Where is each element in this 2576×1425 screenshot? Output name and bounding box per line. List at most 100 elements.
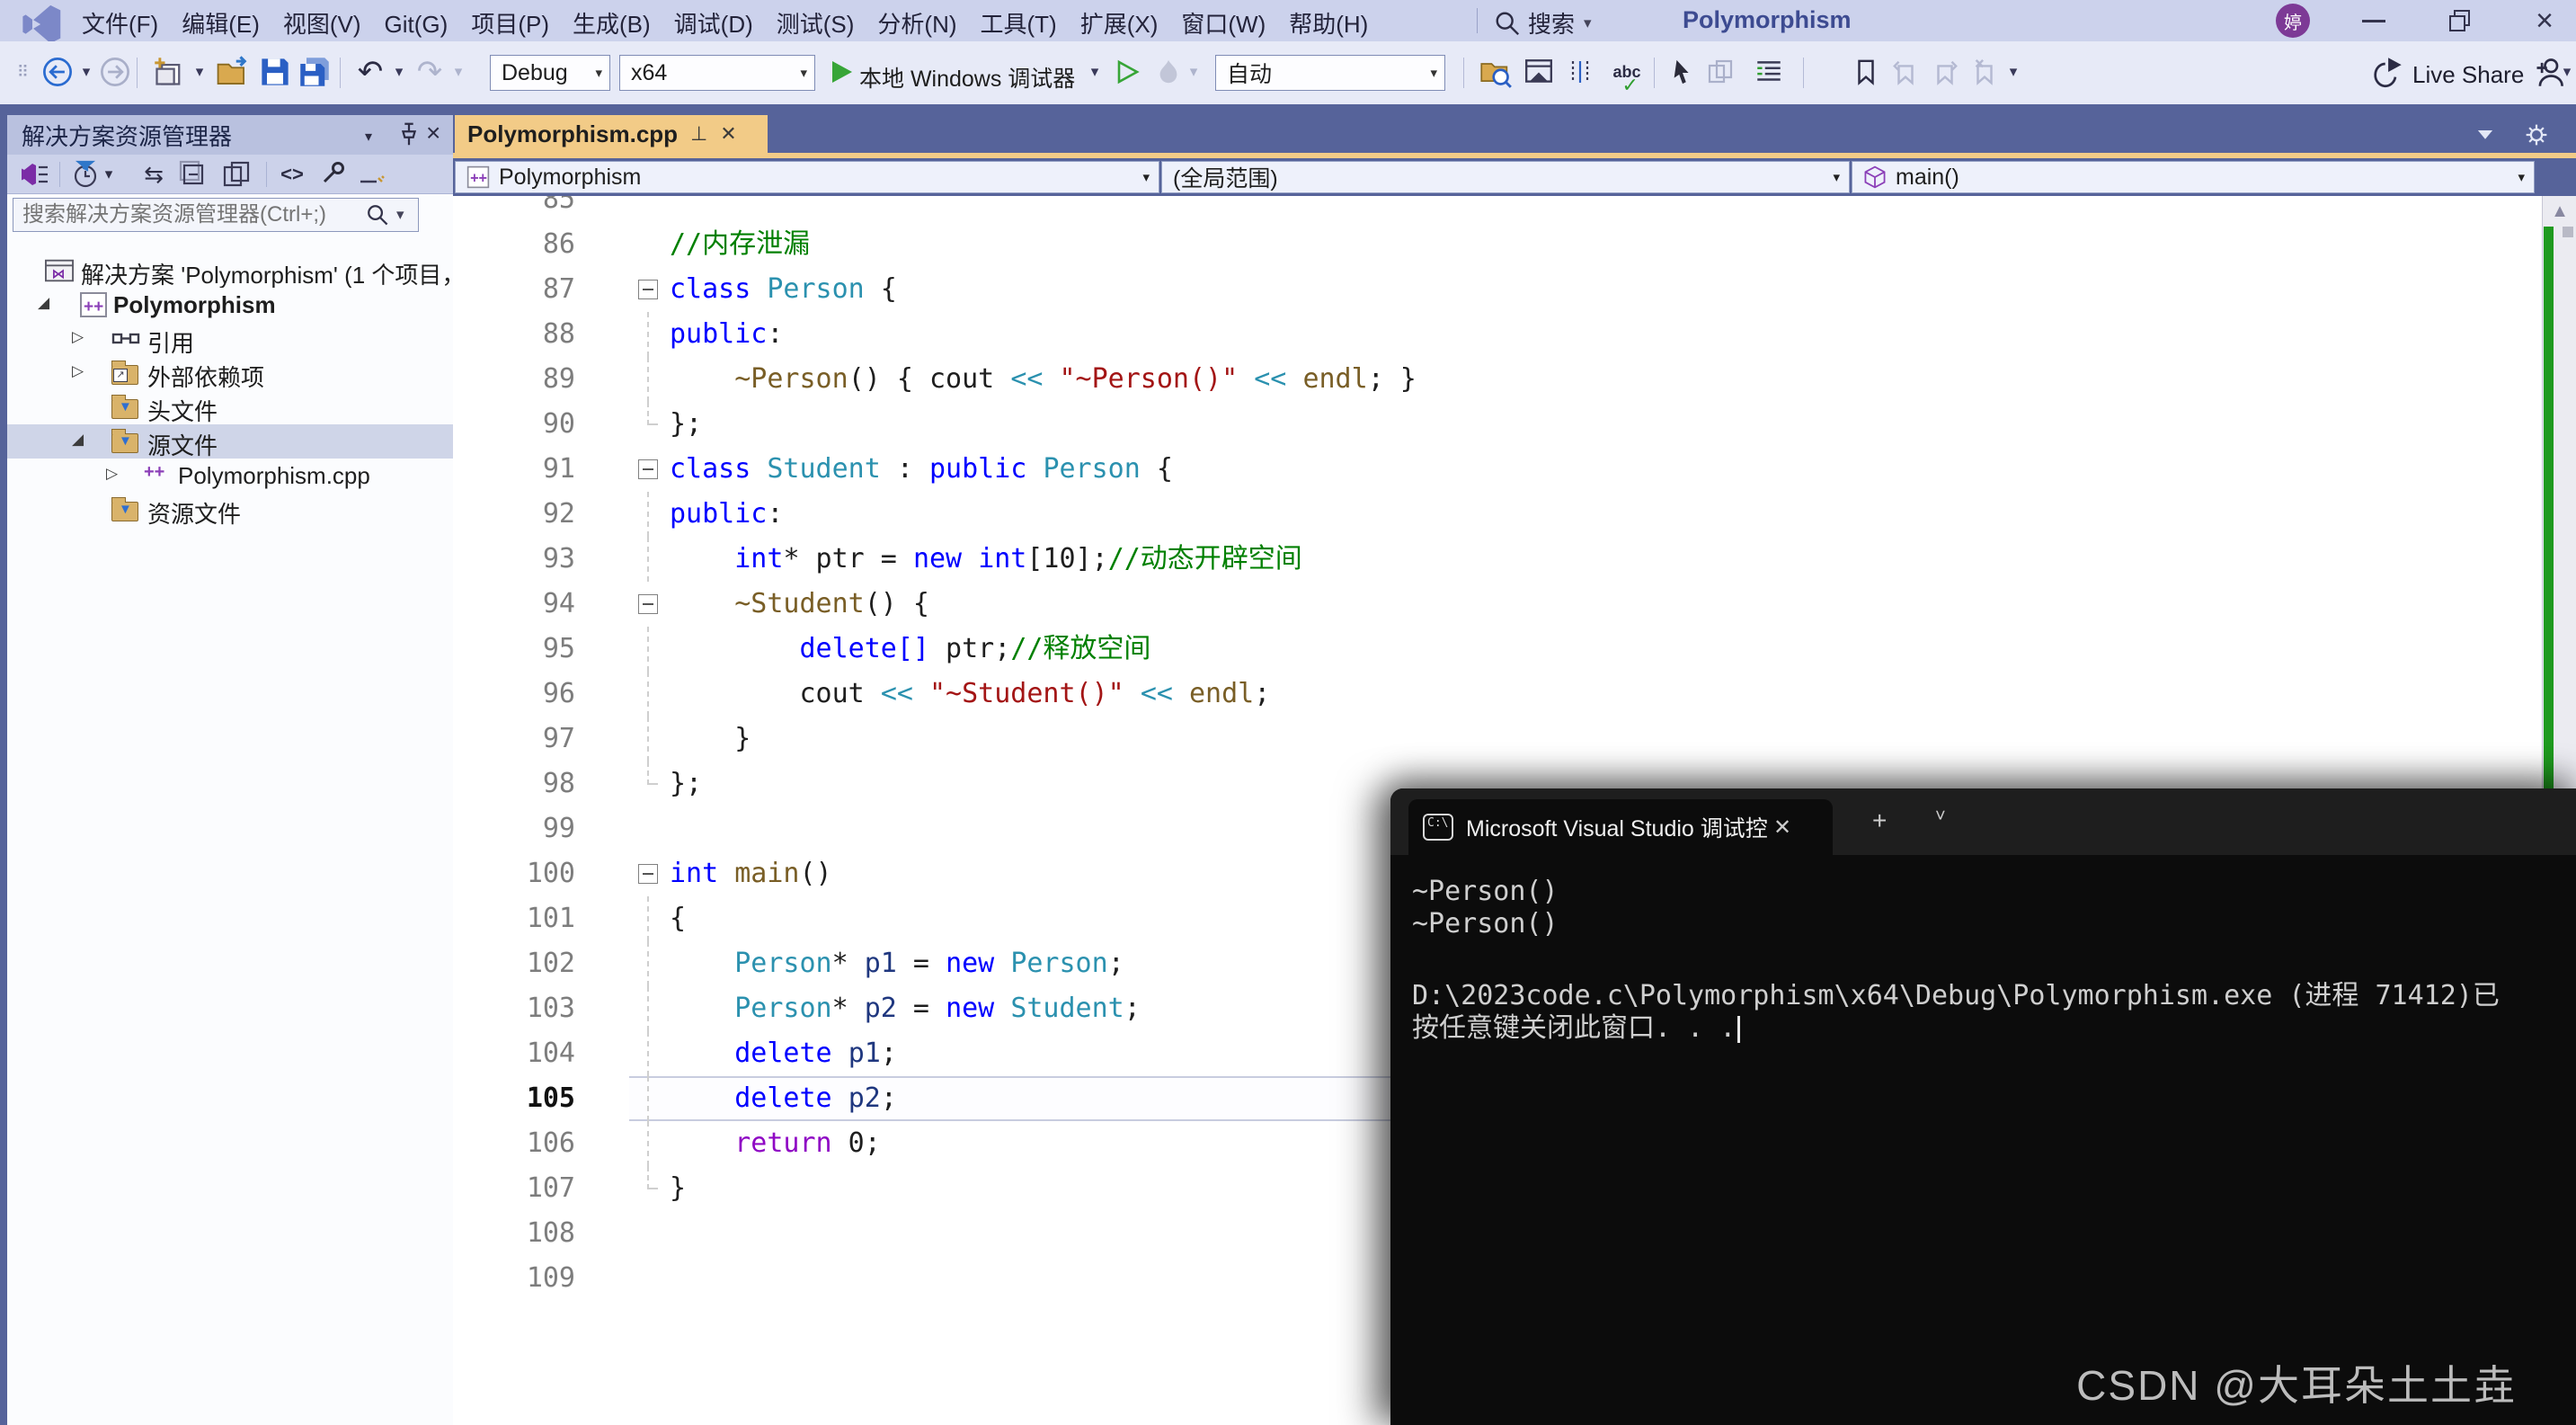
next-bookmark-button[interactable] — [1927, 54, 1963, 90]
menu-分析[interactable]: 分析(N) — [866, 0, 968, 46]
new-item-caret[interactable]: ▾ — [191, 54, 209, 90]
undo-caret[interactable]: ▾ — [390, 54, 408, 90]
minimize-button[interactable] — [2342, 0, 2405, 41]
expander-closed-icon[interactable]: ▷ — [72, 328, 84, 346]
close-icon[interactable]: × — [426, 119, 440, 147]
collapse-box-icon[interactable] — [638, 459, 658, 479]
code-line[interactable]: 96 cout << "~Student()" << endl; — [453, 672, 2542, 717]
menu-文件[interactable]: 文件(F) — [70, 0, 170, 46]
code-line[interactable]: 89 ~Person() { cout << "~Person()" << en… — [453, 357, 2542, 402]
solution-explorer-header[interactable]: 解决方案资源管理器 ▾ × — [7, 115, 453, 155]
tree-item-0[interactable]: ⋈ 解决方案 'Polymorphism' (1 个项目，共 — [7, 254, 453, 288]
spell-check-button[interactable]: abc ✓ — [1603, 54, 1650, 96]
nav-scope-dropdown[interactable]: (全局范围) ▾ — [1161, 161, 1850, 193]
avatar[interactable]: 婷 — [2276, 4, 2310, 38]
pin-icon[interactable]: ⊥ — [690, 122, 707, 146]
code-line[interactable]: 87 class Person { — [453, 267, 2542, 312]
debug-console-window[interactable]: Microsoft Visual Studio 调试控制台 ✕ + ˅ ~Per… — [1390, 788, 2576, 1425]
code-line[interactable]: 85 — [453, 196, 2542, 222]
back-history-caret[interactable]: ▾ — [77, 54, 95, 90]
tree-item-7[interactable]: ▼ 资源文件 — [7, 493, 453, 527]
nav-project-dropdown[interactable]: ++ Polymorphism ▾ — [455, 161, 1159, 193]
profiler-button[interactable] — [1150, 54, 1186, 90]
code-line[interactable]: 97 } — [453, 717, 2542, 761]
search-icon[interactable] — [366, 203, 389, 227]
platform-dropdown[interactable]: x64 ▾ — [619, 55, 815, 91]
navigate-back-button[interactable] — [40, 54, 76, 90]
menu-项目[interactable]: 项目(P) — [459, 0, 561, 46]
save-button[interactable] — [257, 54, 293, 90]
expander-closed-icon[interactable]: ▷ — [106, 465, 118, 483]
toggle-bookmark-button[interactable] — [1848, 54, 1884, 90]
menu-编辑[interactable]: 编辑(E) — [170, 0, 271, 46]
collapse-all-button[interactable] — [178, 159, 209, 190]
collapse-box-icon[interactable] — [638, 280, 658, 299]
document-list-caret[interactable] — [2474, 122, 2497, 146]
sync-active-document-button[interactable]: ⇆ — [138, 159, 169, 190]
menu-测试[interactable]: 测试(S) — [765, 0, 866, 46]
filter-caret[interactable]: ▾ — [101, 159, 117, 190]
new-project-button[interactable] — [151, 54, 187, 90]
solution-config-dropdown[interactable]: Debug ▾ — [490, 55, 610, 91]
preview-selected-button[interactable] — [356, 159, 386, 190]
tab-dropdown-caret[interactable]: ˅ — [1935, 806, 1946, 827]
tab-polymorphism-cpp[interactable]: Polymorphism.cpp ⊥ ✕ — [455, 115, 768, 153]
profiler-caret[interactable]: ▾ — [1185, 54, 1203, 90]
clear-bookmarks-button[interactable] — [1967, 54, 2003, 90]
switch-views-button[interactable] — [20, 159, 50, 190]
column-guides-button[interactable] — [1562, 54, 1598, 90]
properties-wrench-button[interactable] — [316, 159, 347, 190]
tree-item-3[interactable]: ▷ ↗ 外部依赖项 — [7, 356, 453, 390]
start-without-debug-button[interactable] — [1109, 54, 1145, 90]
solution-search-box[interactable]: ▾ — [13, 198, 419, 232]
run-label[interactable]: 本地 Windows 调试器 — [859, 61, 1075, 94]
code-line[interactable]: 91 class Student : public Person { — [453, 447, 2542, 492]
show-all-code-button[interactable]: <> — [277, 159, 307, 190]
properties-button[interactable] — [221, 159, 252, 190]
menu-调试[interactable]: 调试(D) — [662, 0, 765, 46]
maximize-button[interactable] — [2429, 0, 2492, 41]
navigate-forward-button[interactable] — [97, 54, 133, 90]
prev-bookmark-button[interactable] — [1888, 54, 1923, 90]
tree-item-2[interactable]: ▷ 引用 — [7, 322, 453, 356]
toolbar-overflow-caret[interactable]: ▾ — [2560, 54, 2574, 90]
search-input[interactable] — [22, 202, 364, 227]
search-button[interactable]: 搜索 ▾ — [1494, 6, 1592, 40]
toolbar-grip[interactable]: ⠿ — [5, 54, 41, 90]
close-icon[interactable]: ✕ — [720, 122, 736, 146]
menu-工具[interactable]: 工具(T) — [969, 0, 1069, 46]
collapse-box-icon[interactable] — [638, 864, 658, 884]
start-debug-button[interactable] — [823, 54, 859, 90]
code-line[interactable]: 90}; — [453, 402, 2542, 447]
menu-Git[interactable]: Git(G) — [373, 4, 460, 45]
expander-open-icon[interactable]: ◢ — [38, 294, 49, 312]
tree-item-6[interactable]: ▷ ++ Polymorphism.cpp — [7, 459, 453, 493]
pending-changes-filter-button[interactable] — [70, 159, 101, 190]
undo-button[interactable]: ↶ — [352, 54, 388, 90]
find-in-files-button[interactable] — [1478, 54, 1514, 90]
gear-icon[interactable] — [2524, 122, 2549, 147]
expander-open-icon[interactable]: ◢ — [72, 431, 84, 449]
scrollbar-thumb[interactable] — [2563, 227, 2573, 237]
window-layout-button[interactable] — [1521, 54, 1557, 90]
code-line[interactable]: 93 int* ptr = new int[10];//动态开辟空间 — [453, 537, 2542, 582]
bookmark-caret[interactable]: ▾ — [2004, 54, 2022, 90]
code-line[interactable]: 95 delete[] ptr;//释放空间 — [453, 627, 2542, 672]
expander-closed-icon[interactable]: ▷ — [72, 362, 84, 380]
run-caret[interactable]: ▾ — [1086, 54, 1104, 90]
menu-帮助[interactable]: 帮助(H) — [1277, 0, 1380, 46]
code-line[interactable]: 92 public: — [453, 492, 2542, 537]
menu-生成[interactable]: 生成(B) — [561, 0, 662, 46]
open-file-button[interactable] — [214, 54, 250, 90]
console-tab[interactable]: Microsoft Visual Studio 调试控制台 ✕ — [1408, 799, 1833, 855]
pin-icon[interactable] — [395, 120, 422, 147]
live-share-button[interactable] — [2369, 54, 2405, 90]
close-icon[interactable]: ✕ — [1773, 815, 1791, 841]
selection-mode-button[interactable] — [1665, 54, 1701, 90]
chevron-down-icon[interactable]: ▾ — [365, 128, 372, 146]
new-tab-button[interactable]: + — [1872, 806, 1887, 835]
collapse-box-icon[interactable] — [638, 594, 658, 614]
menu-扩展[interactable]: 扩展(X) — [1069, 0, 1170, 46]
scroll-up-arrow[interactable]: ▲ — [2543, 201, 2576, 222]
redo-caret[interactable]: ▾ — [449, 54, 467, 90]
